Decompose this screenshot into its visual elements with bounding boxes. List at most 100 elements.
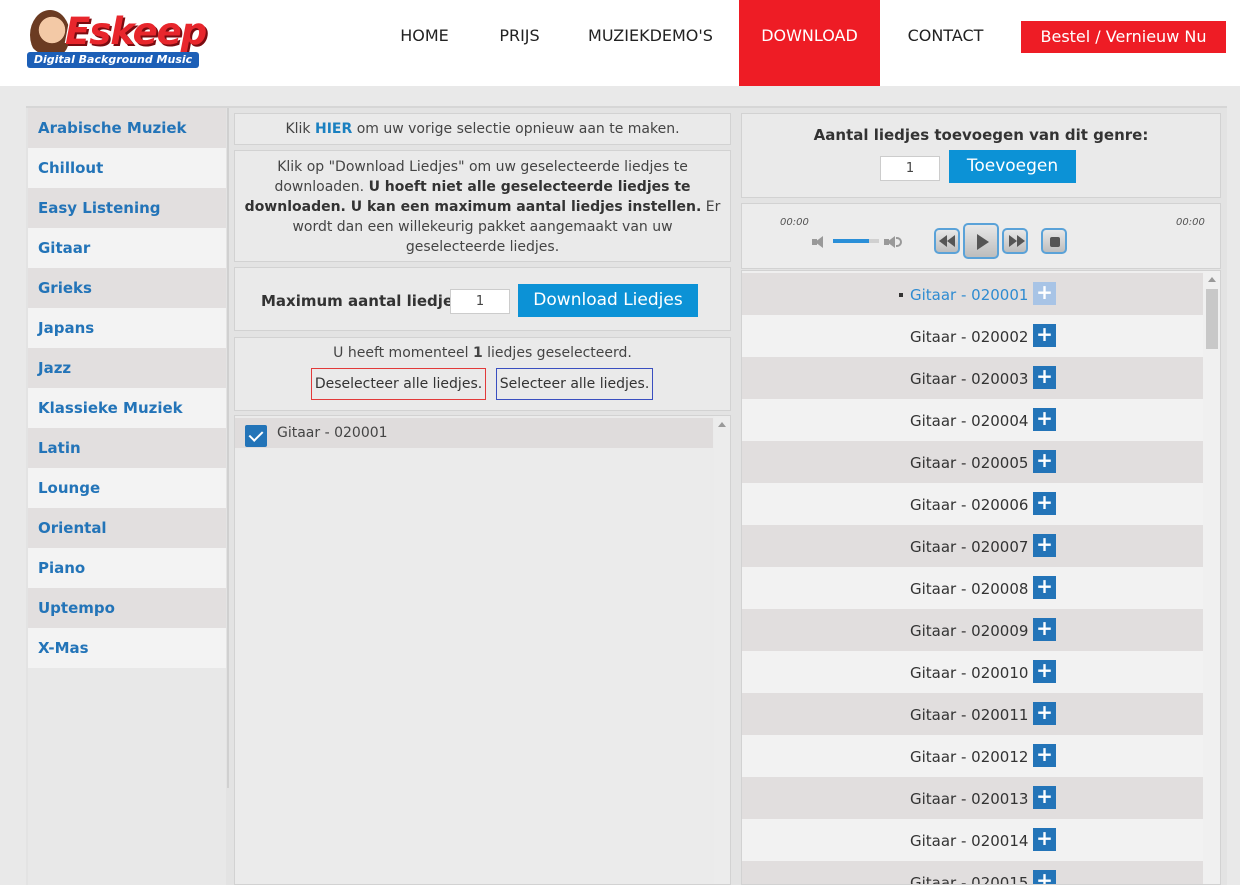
fast-forward-button[interactable]: [1002, 228, 1028, 254]
add-track-plus-icon[interactable]: +: [1033, 660, 1056, 683]
add-track-plus-icon[interactable]: +: [1033, 744, 1056, 767]
track-row[interactable]: Gitaar - 020004 +: [742, 399, 1203, 441]
add-track-plus-icon[interactable]: +: [1033, 492, 1056, 515]
add-track-plus-icon[interactable]: +: [1033, 786, 1056, 809]
sidebar-item-arabische-muziek[interactable]: Arabische Muziek: [28, 108, 226, 148]
add-genre-button[interactable]: Toevoegen: [949, 150, 1076, 183]
logo-tagline: Digital Background Music: [27, 52, 199, 68]
eskeep-logo[interactable]: Eskeep Digital Background Music: [27, 8, 207, 70]
scroll-up-arrow-icon[interactable]: [718, 422, 726, 427]
nav-muziekdemos[interactable]: MUZIEKDEMO'S: [573, 0, 728, 86]
track-row[interactable]: Gitaar - 020006 +: [742, 483, 1203, 525]
add-track-plus-icon[interactable]: +: [1033, 366, 1056, 389]
player-total-time: 00:00: [1176, 217, 1205, 228]
sidebar-item-piano[interactable]: Piano: [28, 548, 226, 588]
site-header: Eskeep Digital Background Music HOME PRI…: [0, 0, 1240, 86]
sidebar-item-latin[interactable]: Latin: [28, 428, 226, 468]
order-renew-button[interactable]: Bestel / Vernieuw Nu: [1021, 21, 1226, 53]
checkbox-checked-icon[interactable]: [245, 425, 267, 447]
volume-mute-icon[interactable]: [812, 235, 826, 249]
add-track-plus-icon[interactable]: +: [1033, 534, 1056, 557]
nav-contact[interactable]: CONTACT: [892, 0, 999, 86]
sidebar-item-oriental[interactable]: Oriental: [28, 508, 226, 548]
sidebar-item-japans[interactable]: Japans: [28, 308, 226, 348]
add-track-plus-icon[interactable]: +: [1033, 282, 1056, 305]
track-row[interactable]: Gitaar - 020012 +: [742, 735, 1203, 777]
track-row[interactable]: Gitaar - 020010 +: [742, 651, 1203, 693]
track-title[interactable]: Gitaar - 020014: [910, 832, 1028, 850]
scroll-up-arrow-icon[interactable]: [1208, 277, 1216, 282]
download-info-box: Klik op "Download Liedjes" om uw geselec…: [234, 150, 731, 262]
scrollbar-thumb[interactable]: [1206, 289, 1218, 349]
sidebar-item-gitaar[interactable]: Gitaar: [28, 228, 226, 268]
max-songs-input[interactable]: 1: [450, 289, 510, 314]
sidebar-item-jazz[interactable]: Jazz: [28, 348, 226, 388]
selected-song-label: Gitaar - 020001: [277, 425, 388, 441]
add-genre-box: Aantal liedjes toevoegen van dit genre: …: [741, 113, 1221, 198]
restore-hier-link[interactable]: HIER: [315, 121, 352, 137]
sidebar-item-grieks[interactable]: Grieks: [28, 268, 226, 308]
track-row[interactable]: Gitaar - 020009 +: [742, 609, 1203, 651]
track-title[interactable]: Gitaar - 020013: [910, 790, 1028, 808]
nav-prijs[interactable]: PRIJS: [486, 0, 553, 86]
track-row[interactable]: Gitaar - 020001 +: [742, 273, 1203, 315]
stop-button[interactable]: [1041, 228, 1067, 254]
track-row[interactable]: Gitaar - 020013 +: [742, 777, 1203, 819]
track-title[interactable]: Gitaar - 020003: [910, 370, 1028, 388]
track-title[interactable]: Gitaar - 020008: [910, 580, 1028, 598]
track-title[interactable]: Gitaar - 020012: [910, 748, 1028, 766]
download-controls-box: Maximum aantal liedjes: 1 Download Liedj…: [234, 267, 731, 331]
download-songs-button[interactable]: Download Liedjes: [518, 284, 698, 317]
add-track-plus-icon[interactable]: +: [1033, 618, 1056, 641]
sidebar-item-chillout[interactable]: Chillout: [28, 148, 226, 188]
select-all-button[interactable]: Selecteer alle liedjes.: [496, 368, 653, 400]
track-row[interactable]: Gitaar - 020014 +: [742, 819, 1203, 861]
track-title[interactable]: Gitaar - 020006: [910, 496, 1028, 514]
bullet-icon: [899, 293, 903, 297]
sidebar-item-x-mas[interactable]: X-Mas: [28, 628, 226, 668]
track-row[interactable]: Gitaar - 020003 +: [742, 357, 1203, 399]
volume-max-icon[interactable]: [884, 235, 904, 249]
track-row[interactable]: Gitaar - 020007 +: [742, 525, 1203, 567]
nav-download[interactable]: DOWNLOAD: [739, 0, 880, 86]
track-title[interactable]: Gitaar - 020015: [910, 874, 1028, 884]
add-track-plus-icon[interactable]: +: [1033, 870, 1056, 884]
genre-count-input[interactable]: 1: [880, 156, 940, 181]
add-track-plus-icon[interactable]: +: [1033, 450, 1056, 473]
track-row[interactable]: Gitaar - 020015 +: [742, 861, 1203, 884]
sidebar-item-lounge[interactable]: Lounge: [28, 468, 226, 508]
volume-slider[interactable]: [833, 239, 879, 243]
track-row[interactable]: Gitaar - 020002 +: [742, 315, 1203, 357]
track-title[interactable]: Gitaar - 020009: [910, 622, 1028, 640]
deselect-all-button[interactable]: Deselecteer alle liedjes.: [311, 368, 486, 400]
rewind-icon: [939, 235, 947, 247]
selected-list-scrollbar[interactable]: [714, 416, 730, 884]
selected-song-row[interactable]: Gitaar - 020001: [235, 418, 713, 448]
track-title[interactable]: Gitaar - 020011: [910, 706, 1028, 724]
track-list-scrollbar[interactable]: [1203, 271, 1220, 884]
track-title[interactable]: Gitaar - 020004: [910, 412, 1028, 430]
add-track-plus-icon[interactable]: +: [1033, 828, 1056, 851]
track-title[interactable]: Gitaar - 020002: [910, 328, 1028, 346]
sidebar-item-easy-listening[interactable]: Easy Listening: [28, 188, 226, 228]
track-title[interactable]: Gitaar - 020001: [910, 286, 1028, 304]
add-track-plus-icon[interactable]: +: [1033, 408, 1056, 431]
track-title[interactable]: Gitaar - 020005: [910, 454, 1028, 472]
track-row[interactable]: Gitaar - 020008 +: [742, 567, 1203, 609]
track-title[interactable]: Gitaar - 020010: [910, 664, 1028, 682]
volume-level-fill: [833, 239, 869, 243]
audio-player: 00:00 00:00: [741, 203, 1221, 269]
track-row[interactable]: Gitaar - 020011 +: [742, 693, 1203, 735]
add-track-plus-icon[interactable]: +: [1033, 324, 1056, 347]
sidebar-item-uptempo[interactable]: Uptempo: [28, 588, 226, 628]
add-track-plus-icon[interactable]: +: [1033, 702, 1056, 725]
track-row[interactable]: Gitaar - 020005 +: [742, 441, 1203, 483]
max-songs-label: Maximum aantal liedjes:: [261, 292, 469, 310]
play-button[interactable]: [963, 223, 999, 259]
fast-forward-icon: [1009, 235, 1017, 247]
track-title[interactable]: Gitaar - 020007: [910, 538, 1028, 556]
add-track-plus-icon[interactable]: +: [1033, 576, 1056, 599]
nav-home[interactable]: HOME: [380, 0, 469, 86]
sidebar-item-klassieke-muziek[interactable]: Klassieke Muziek: [28, 388, 226, 428]
rewind-button[interactable]: [934, 228, 960, 254]
